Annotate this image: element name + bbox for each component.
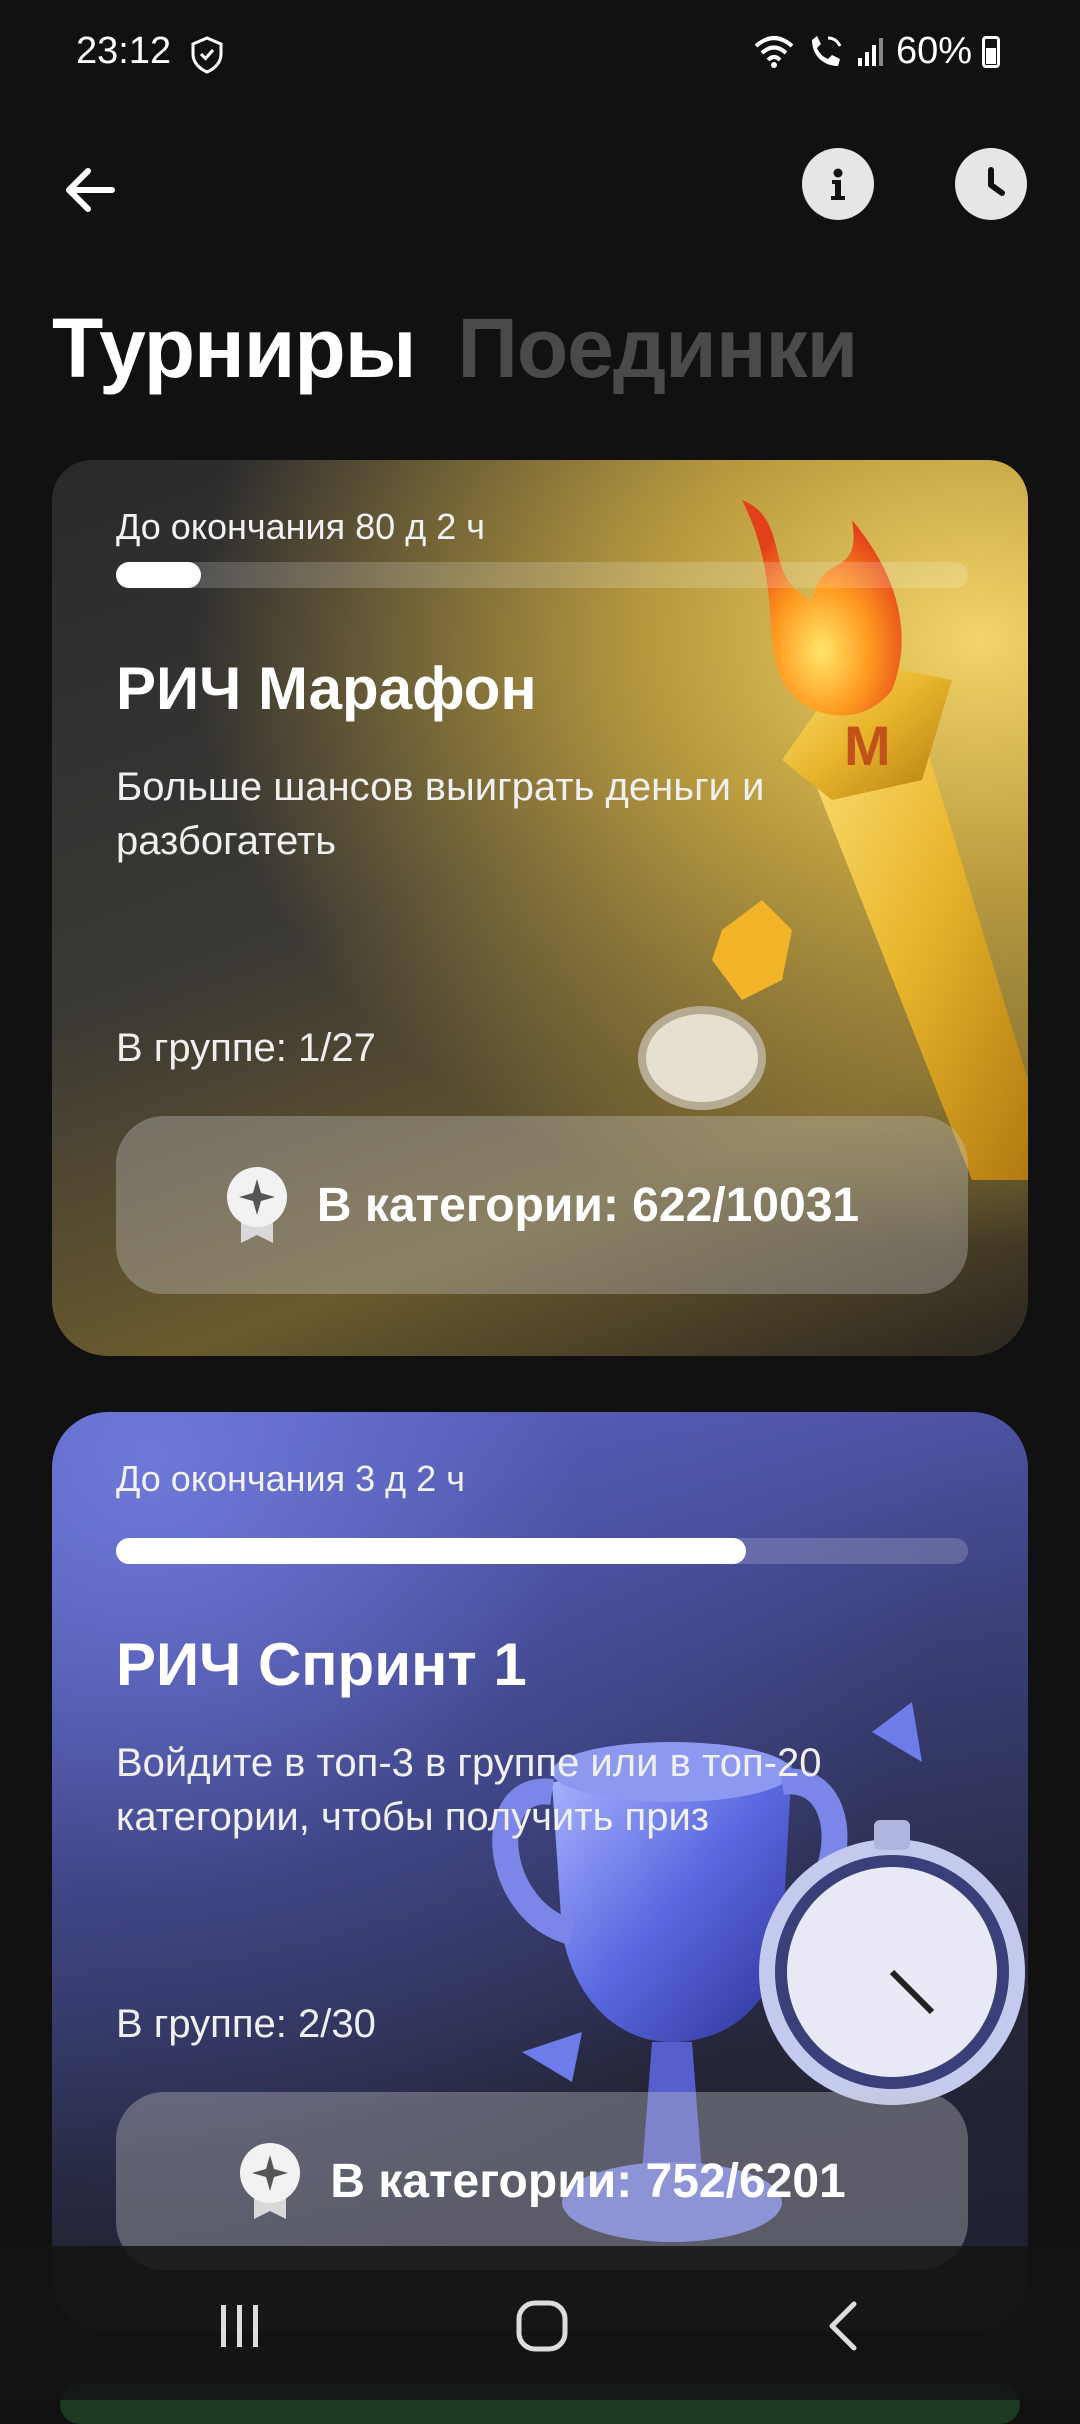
progress-fill [116, 562, 202, 588]
card-description: Больше шансов выиграть деньги и разбогат… [116, 765, 765, 863]
tab-duels[interactable]: Поединки [457, 300, 858, 397]
signal-icon [857, 37, 883, 66]
medal-icon [240, 2143, 301, 2219]
recent-apps-button[interactable] [200, 2291, 280, 2361]
back-button[interactable] [50, 150, 130, 230]
status-icons: 60% [752, 30, 1000, 73]
medal-icon [226, 1167, 287, 1243]
progress-bar [116, 562, 968, 588]
card-description: Войдите в топ-3 в группе или в топ-20 ка… [116, 1741, 822, 1839]
wifi-call-icon [811, 35, 842, 66]
deadline-text: До окончания 3 д 2 ч [116, 1458, 465, 1499]
top-toolbar [0, 130, 1080, 240]
category-rank-label: В категории: 622/10031 [316, 1178, 860, 1232]
info-button[interactable] [802, 148, 874, 220]
category-rank-label: В категории: 752/6201 [330, 2154, 846, 2208]
back-nav-button[interactable] [804, 2291, 884, 2361]
home-icon [516, 2300, 568, 2352]
clock-icon [988, 167, 1005, 196]
chevron-left-icon [829, 2301, 857, 2351]
recent-apps-icon [221, 2305, 258, 2347]
battery-icon [982, 35, 1000, 68]
card-title: РИЧ Марафон [116, 655, 537, 722]
shield-icon [191, 36, 223, 74]
category-rank-button[interactable]: В категории: 752/6201 [116, 2092, 968, 2270]
tournament-card-marathon[interactable]: M До окончания 80 д 2 ч РИЧ Марафон Боль… [52, 460, 1028, 1356]
arrow-left-icon [66, 168, 115, 212]
battery-percent: 60% [895, 30, 972, 72]
tournament-tabs: Турниры Поединки [52, 300, 858, 397]
tournament-card-sprint[interactable]: До окончания 3 д 2 ч РИЧ Спринт 1 Войдит… [52, 1412, 1028, 2332]
card-title: РИЧ Спринт 1 [116, 1631, 527, 1698]
status-time: 23:12 [76, 30, 172, 72]
info-icon [831, 168, 845, 200]
group-rank: В группе: 1/27 [116, 1026, 376, 1070]
group-rank: В группе: 2/30 [116, 2002, 376, 2046]
home-button[interactable] [502, 2291, 582, 2361]
progress-fill [116, 1538, 747, 1564]
status-bar: 23:12 60% [0, 0, 1080, 110]
deadline-text: До окончания 80 д 2 ч [116, 506, 485, 547]
history-button[interactable] [955, 148, 1027, 220]
tab-tournaments[interactable]: Турниры [52, 300, 416, 397]
category-rank-button[interactable]: В категории: 622/10031 [116, 1116, 968, 1294]
progress-bar [116, 1538, 968, 1564]
wifi-icon [754, 35, 794, 68]
system-nav-bar [0, 2246, 1080, 2400]
